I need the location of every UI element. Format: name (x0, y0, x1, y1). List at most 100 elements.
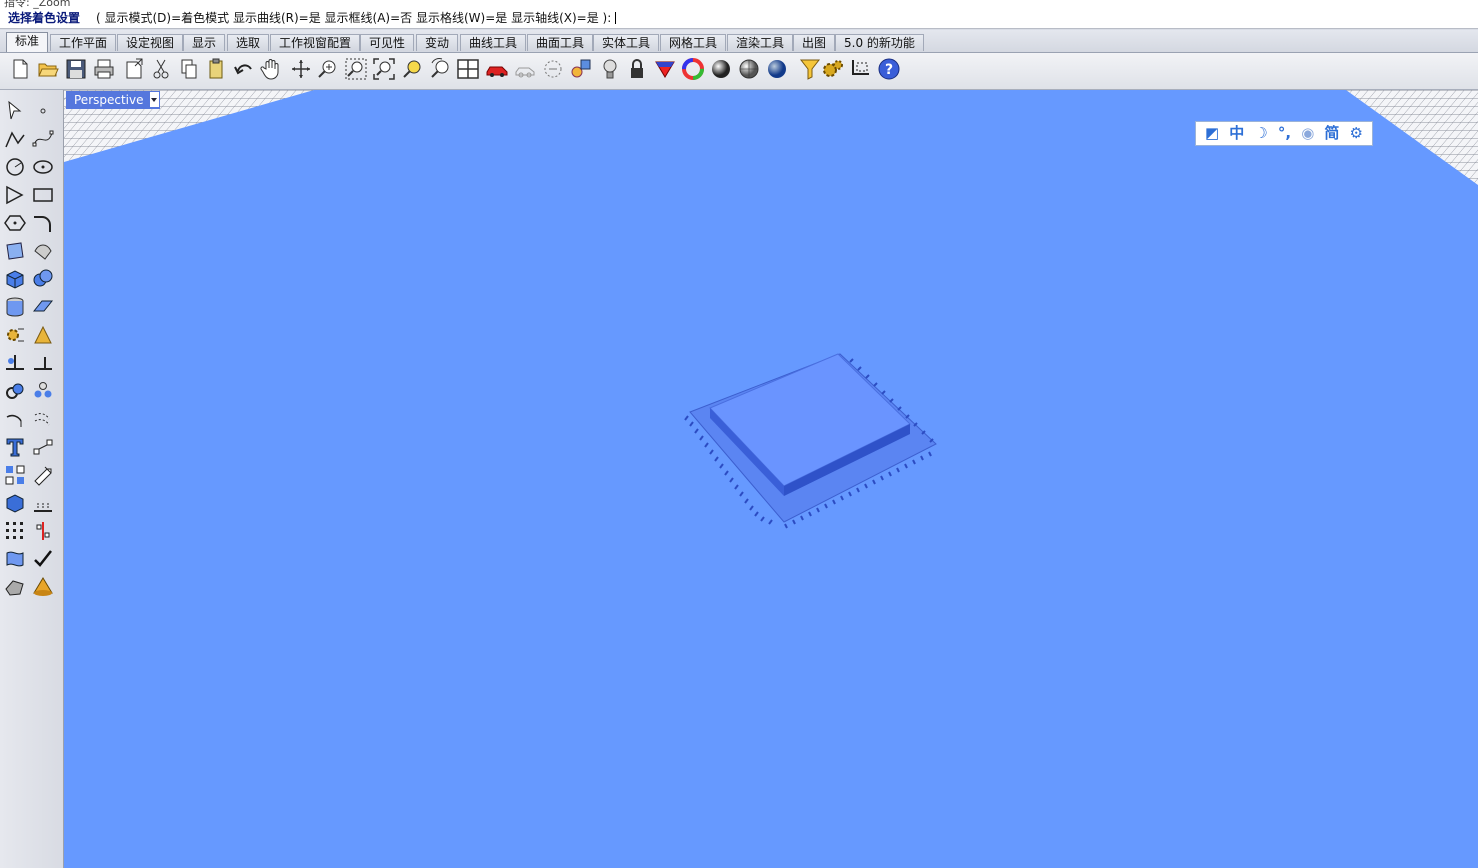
check-icon[interactable] (31, 547, 55, 571)
offset-curve-icon[interactable] (31, 407, 55, 431)
command-line[interactable]: 选择着色设置 ( 显示模式(D)=着色模式 显示曲线(R)=是 显示框线(A)=… (0, 9, 1478, 29)
tab-10[interactable]: 实体工具 (593, 34, 660, 51)
tab-13[interactable]: 出图 (793, 34, 836, 51)
light-bulb-icon[interactable] (598, 57, 622, 81)
rotate-view-icon[interactable] (289, 57, 313, 81)
curve-control-points-icon[interactable] (31, 127, 55, 151)
extrude-surface-icon[interactable] (31, 295, 55, 319)
paste-icon[interactable] (204, 57, 228, 81)
toolbar-tabs: 标准 工作平面 设定视图 显示 选取 工作视窗配置 可见性 变动 曲线工具 曲面工具 实体工具 网格工… (0, 30, 1478, 53)
ime-moon-icon[interactable]: ☽ (1254, 122, 1267, 145)
tab-11[interactable]: 网格工具 (660, 34, 727, 51)
ime-chinese-toggle[interactable]: 中 (1229, 122, 1244, 145)
rendered-sphere-icon[interactable] (737, 57, 761, 81)
zoom-in-icon[interactable] (316, 57, 340, 81)
circle-icon[interactable] (3, 155, 27, 179)
transform-gear-icon[interactable] (3, 323, 27, 347)
save-icon[interactable] (64, 57, 88, 81)
ime-mode-icon[interactable]: ◩ (1205, 122, 1219, 145)
lock-icon[interactable] (625, 57, 649, 81)
blue-sphere-icon[interactable] (765, 57, 789, 81)
surface-edge-icon[interactable] (31, 239, 55, 263)
polygon-hex-icon[interactable] (3, 211, 27, 235)
viewport-menu-arrow-icon[interactable] (150, 92, 159, 107)
solid-tools-icon[interactable] (3, 575, 27, 599)
boolean-spheres-icon[interactable] (31, 267, 55, 291)
arc-curve-icon[interactable] (3, 407, 27, 431)
command-options[interactable]: ( 显示模式(D)=着色模式 显示曲线(R)=是 显示框线(A)=否 显示格线(… (96, 9, 617, 28)
box-solid-icon[interactable] (3, 267, 27, 291)
perspective-viewport[interactable]: Perspective ◩ 中 ☽ °, ◉ 简 ⚙ (64, 90, 1478, 868)
color-wheel-icon[interactable] (681, 57, 705, 81)
tab-7[interactable]: 变动 (416, 34, 459, 51)
box-blue-icon[interactable] (3, 491, 27, 515)
import-icon[interactable] (122, 57, 146, 81)
tab-1[interactable]: 工作平面 (50, 34, 117, 51)
four-viewports-icon[interactable] (456, 57, 480, 81)
tab-5[interactable]: 工作视窗配置 (270, 34, 361, 51)
group-icon[interactable] (31, 379, 55, 403)
ime-user-icon[interactable]: ◉ (1301, 122, 1314, 145)
rectangle-icon[interactable] (31, 183, 55, 207)
cone-icon[interactable] (31, 575, 55, 599)
text-tool-icon[interactable] (3, 435, 27, 459)
join-circles-icon[interactable] (3, 379, 27, 403)
car-render-icon[interactable] (485, 57, 509, 81)
tab-4[interactable]: 选取 (227, 34, 270, 51)
snap-box-icon[interactable] (849, 57, 873, 81)
ellipse-icon[interactable] (31, 155, 55, 179)
cylinder-solid-icon[interactable] (3, 295, 27, 319)
ortho-snap-icon[interactable] (31, 491, 55, 515)
shade-sphere-icon[interactable] (709, 57, 733, 81)
grid-array-icon[interactable] (3, 463, 27, 487)
settings-gears-icon[interactable] (821, 57, 845, 81)
ime-toolbar[interactable]: ◩ 中 ☽ °, ◉ 简 ⚙ (1195, 121, 1373, 146)
tab-6[interactable]: 可见性 (360, 34, 415, 51)
shapes-icon[interactable] (569, 57, 593, 81)
tab-8[interactable]: 曲线工具 (460, 34, 527, 51)
zoom-window-icon[interactable] (344, 57, 368, 81)
explode-icon[interactable] (31, 323, 55, 347)
tab-9[interactable]: 曲面工具 (527, 34, 594, 51)
tab-3[interactable]: 显示 (183, 34, 226, 51)
tab-2[interactable]: 设定视图 (117, 34, 184, 51)
point-icon[interactable] (31, 99, 55, 123)
scale-icon[interactable] (31, 463, 55, 487)
cut-icon[interactable] (149, 57, 173, 81)
tab-0[interactable]: 标准 (6, 32, 49, 52)
tab-12[interactable]: 渲染工具 (727, 34, 794, 51)
polygon-tri-icon[interactable] (3, 183, 27, 207)
help-icon[interactable]: ? (877, 57, 901, 81)
dimension-icon[interactable] (31, 435, 55, 459)
circle-dashed-icon[interactable] (541, 57, 565, 81)
select-arrow-icon[interactable] (3, 99, 27, 123)
trim-icon[interactable] (3, 351, 27, 375)
ime-settings-icon[interactable]: ⚙ (1349, 122, 1362, 145)
ime-punctuation-icon[interactable]: °, (1278, 122, 1291, 145)
split-icon[interactable] (31, 351, 55, 375)
ime-simplified-toggle[interactable]: 简 (1324, 122, 1339, 145)
zoom-extents-icon[interactable] (372, 57, 396, 81)
mirror-icon[interactable] (31, 519, 55, 543)
chip-model[interactable] (680, 352, 950, 532)
undo-view-icon[interactable] (428, 57, 452, 81)
print-icon[interactable] (92, 57, 116, 81)
tab-14[interactable]: 5.0 的新功能 (835, 34, 924, 51)
undo-icon[interactable] (232, 57, 256, 81)
viewport-title-tab[interactable]: Perspective (66, 91, 160, 109)
copy-icon[interactable] (177, 57, 201, 81)
new-file-icon[interactable] (8, 57, 32, 81)
open-folder-icon[interactable] (36, 57, 60, 81)
pan-hand-icon[interactable] (259, 57, 283, 81)
filter-funnel-icon[interactable] (798, 57, 822, 81)
points-array-icon[interactable] (3, 519, 27, 543)
surface-points-icon[interactable] (3, 239, 27, 263)
loft-icon[interactable] (3, 547, 27, 571)
zoom-selected-icon[interactable] (401, 57, 425, 81)
fillet-curve-icon[interactable] (31, 211, 55, 235)
layer-color-icon[interactable] (653, 57, 677, 81)
text-caret (615, 12, 617, 24)
ghosted-icon[interactable] (513, 57, 537, 81)
polyline-icon[interactable] (3, 127, 27, 151)
command-options-text[interactable]: ( 显示模式(D)=着色模式 显示曲线(R)=是 显示框线(A)=否 显示格线(… (96, 11, 611, 25)
